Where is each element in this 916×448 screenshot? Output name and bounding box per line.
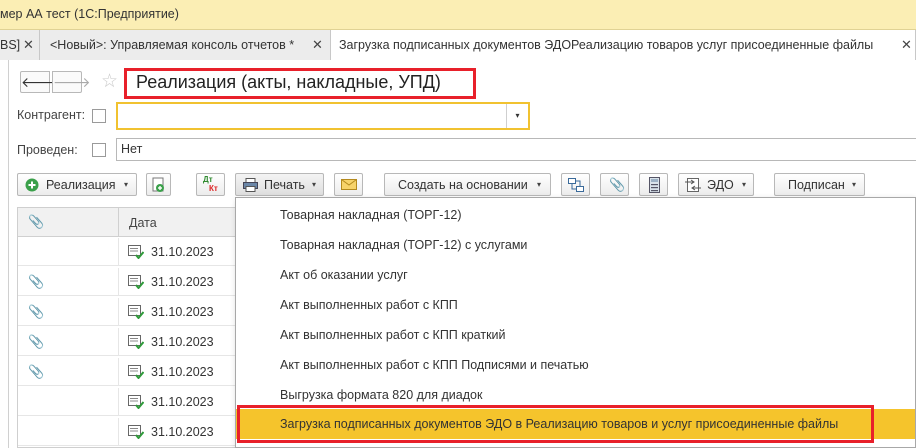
row-date: 31.10.2023 <box>151 365 214 379</box>
annotation-highlight-title <box>124 68 476 99</box>
document-posted-icon <box>128 305 144 319</box>
chevron-down-icon: ▾ <box>742 180 747 189</box>
print-button[interactable]: Печать ▾ <box>235 173 324 196</box>
calculator-button[interactable] <box>639 173 668 196</box>
signed-label: Подписан <box>788 178 845 192</box>
printer-icon <box>243 178 258 192</box>
table-row[interactable]: 📎 31.10.2023 <box>18 358 238 386</box>
document-posted-icon <box>128 425 144 439</box>
print-menu-item[interactable]: Акт выполненных работ с КПП <box>236 290 915 320</box>
close-icon[interactable]: ✕ <box>312 37 323 53</box>
document-table: 📎 Дата 31.10.2023 📎 31.10.2023 📎 31.10.2023 📎… <box>17 207 238 448</box>
table-row[interactable]: 📎 31.10.2023 <box>18 328 238 356</box>
dropdown-button[interactable]: ▾ <box>506 104 528 128</box>
chevron-down-icon: ▾ <box>124 180 129 189</box>
attachments-button[interactable]: 📎 <box>600 173 629 196</box>
tab-bar: BS] ✕ <Новый>: Управляемая консоль отчет… <box>0 30 916 60</box>
tab-report-console[interactable]: <Новый>: Управляемая консоль отчетов * ✕ <box>40 30 331 60</box>
star-icon[interactable]: ☆ <box>101 70 118 93</box>
provedeno-label: Проведен: <box>17 143 78 157</box>
print-menu-item-label: Товарная накладная (ТОРГ-12) <box>280 208 462 222</box>
print-menu-item[interactable]: Товарная накладная (ТОРГ-12) <box>236 200 915 230</box>
document-posted-icon <box>128 335 144 349</box>
paperclip-icon: 📎 <box>28 334 45 349</box>
print-menu-item[interactable]: Акт выполненных работ с КПП Подписями и … <box>236 350 915 380</box>
hierarchy-icon <box>568 178 584 192</box>
send-email-button[interactable] <box>334 173 363 196</box>
print-menu-item-label: Акт выполненных работ с КПП <box>280 298 458 312</box>
provedeno-value: Нет <box>121 142 143 156</box>
edo-exchange-icon <box>685 178 701 192</box>
document-posted-icon <box>128 275 144 289</box>
print-menu-item[interactable]: Товарная накладная (ТОРГ-12) с услугами <box>236 230 915 260</box>
document-posted-icon <box>128 365 144 379</box>
table-row[interactable]: 31.10.2023 <box>18 388 238 416</box>
back-button[interactable]: 🡐 <box>20 71 59 93</box>
print-menu-item[interactable]: Акт об оказании услуг <box>236 260 915 290</box>
document-posted-icon <box>128 245 144 259</box>
document-add-icon <box>152 177 164 192</box>
window-titlebar: мер АА тест (1С:Предприятие) <box>0 0 916 30</box>
print-menu-item-label: Товарная накладная (ТОРГ-12) с услугами <box>280 238 528 252</box>
row-date: 31.10.2023 <box>151 395 214 409</box>
realizaciya-label: Реализация <box>46 178 116 192</box>
print-menu-item[interactable]: Акт выполненных работ с КПП краткий <box>236 320 915 350</box>
table-row[interactable]: 31.10.2023 <box>18 418 238 446</box>
plus-circle-icon <box>25 178 39 192</box>
row-date: 31.10.2023 <box>151 275 214 289</box>
paperclip-icon: 📎 <box>28 274 45 289</box>
kontragent-label: Контрагент: <box>17 108 86 122</box>
edo-label: ЭДО <box>707 178 734 192</box>
paperclip-icon: 📎 <box>28 304 45 319</box>
paperclip-icon: 📎 <box>609 177 626 192</box>
dt-kt-button[interactable]: Дт Кт <box>196 173 225 196</box>
tab-edo-upload-label: Загрузка подписанных документов ЭДОРеали… <box>339 38 874 52</box>
window-title: мер АА тест (1С:Предприятие) <box>0 7 179 21</box>
print-menu-item-label: Акт об оказании услуг <box>280 268 408 282</box>
forward-button[interactable]: 🡒 <box>52 71 91 93</box>
paperclip-icon: 📎 <box>28 364 45 379</box>
table-row[interactable]: 📎 31.10.2023 <box>18 298 238 326</box>
print-menu-item-label: Акт выполненных работ с КПП Подписями и … <box>280 358 589 372</box>
kontragent-field[interactable]: ▾ <box>116 102 530 130</box>
column-header-date[interactable]: Дата <box>129 216 157 230</box>
row-date: 31.10.2023 <box>151 425 214 439</box>
chevron-down-icon: ▾ <box>515 111 520 120</box>
print-menu-item-label: Выгрузка формата 820 для диадок <box>280 388 483 402</box>
annotation-highlight-menu-item <box>237 405 874 443</box>
provedeno-field[interactable]: Нет <box>116 138 916 161</box>
print-label: Печать <box>264 178 305 192</box>
copy-document-button[interactable] <box>146 173 171 196</box>
table-row[interactable]: 31.10.2023 <box>18 238 238 266</box>
create-based-on-button[interactable]: Создать на основании ▾ <box>384 173 551 196</box>
print-menu-item-label: Акт выполненных работ с КПП краткий <box>280 328 506 342</box>
tab-report-console-label: <Новый>: Управляемая консоль отчетов * <box>50 38 295 52</box>
row-date: 31.10.2023 <box>151 305 214 319</box>
kontragent-checkbox[interactable] <box>92 109 106 123</box>
close-icon[interactable]: ✕ <box>901 37 912 53</box>
envelope-icon <box>341 179 357 190</box>
chevron-down-icon: ▾ <box>852 180 857 189</box>
tab-1[interactable]: BS] ✕ <box>0 30 40 60</box>
table-header: 📎 Дата <box>18 208 238 237</box>
calculator-icon <box>649 177 660 193</box>
structure-button[interactable] <box>561 173 590 196</box>
chevron-down-icon: ▾ <box>312 180 317 189</box>
edo-button[interactable]: ЭДО ▾ <box>678 173 754 196</box>
realizaciya-create-button[interactable]: Реализация ▾ <box>17 173 137 196</box>
close-icon[interactable]: ✕ <box>23 37 34 53</box>
arrow-right-icon: 🡒 <box>53 74 91 90</box>
provedeno-checkbox[interactable] <box>92 143 106 157</box>
table-row[interactable]: 📎 31.10.2023 <box>18 268 238 296</box>
create-based-on-label: Создать на основании <box>398 178 528 192</box>
document-posted-icon <box>128 395 144 409</box>
paperclip-icon: 📎 <box>28 214 45 229</box>
tab-edo-upload[interactable]: Загрузка подписанных документов ЭДОРеали… <box>331 30 916 60</box>
chevron-down-icon: ▾ <box>537 180 542 189</box>
row-date: 31.10.2023 <box>151 245 214 259</box>
row-date: 31.10.2023 <box>151 335 214 349</box>
signed-filter-button[interactable]: Подписан ▾ <box>774 173 865 196</box>
tab-1-label: BS] <box>0 38 21 52</box>
